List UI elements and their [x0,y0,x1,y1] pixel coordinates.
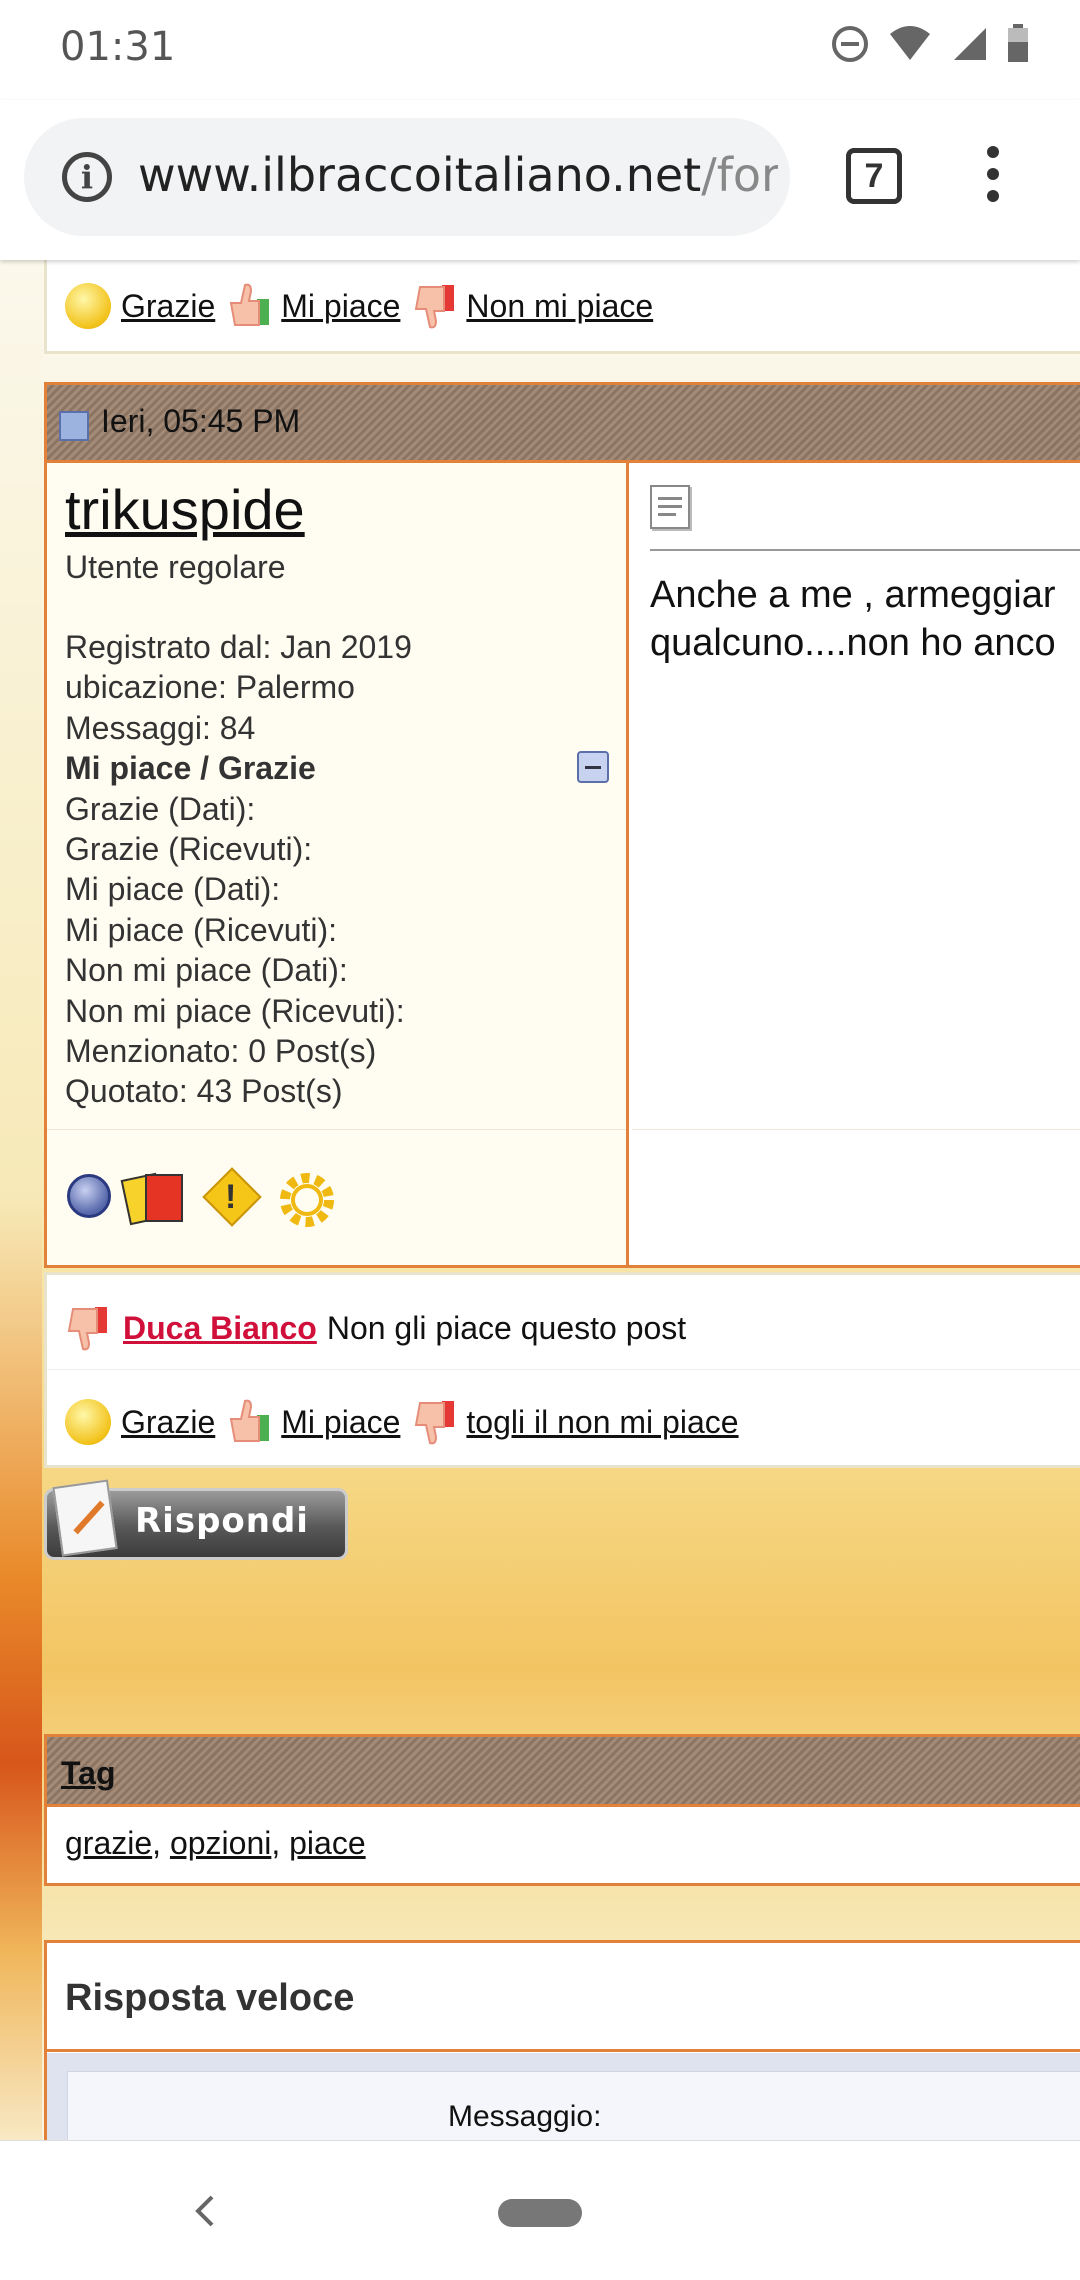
message-divider [650,549,1080,551]
user-panel: trikuspide Utente regolare Registrato da… [47,463,629,1265]
grazie-link[interactable]: Grazie [121,1404,215,1441]
status-dot-icon [67,1174,111,1218]
overflow-menu-icon[interactable] [985,146,1001,210]
dislike-text: Non gli piace questo post [326,1309,687,1346]
stat-row: Non mi piace (Dati): [65,952,348,989]
url-path: /foru [701,148,778,202]
message-panel: Anche a me , armeggiar qualcuno....non h… [632,463,1080,1265]
user-info: Registrato dal: Jan 2019 ubicazione: Pal… [65,627,625,1112]
thumbs-down-icon [415,1401,455,1445]
browser-toolbar: i www.ilbraccoitaliano.net/foru 7 [0,100,1080,260]
cards-icon [120,1170,187,1226]
thumbs-down-icon [415,285,455,329]
tags-list: grazie, opzioni, piace [65,1825,366,1861]
username-link[interactable]: trikuspide [65,477,305,542]
stat-row: Grazie (Ricevuti): [65,831,313,868]
user-badges: ! [47,1129,626,1265]
thumbs-up-icon [230,1399,270,1442]
smile-icon [65,1399,111,1445]
likes-header: Mi piace / Grazie [65,750,316,787]
quick-reply-inner: Messaggio: [47,2053,1080,2140]
stat-row: Non mi piace (Ricevuti): [65,992,405,1029]
info-icon[interactable]: i [62,152,112,202]
document-icon [650,485,690,529]
address-bar[interactable]: i www.ilbraccoitaliano.net/foru [24,118,790,236]
stat-row: Quotato: 43 Post(s) [65,1073,343,1110]
page-background-strip [0,260,42,2140]
stat-row: Mi piace (Ricevuti): [65,911,338,948]
back-icon[interactable] [190,2191,220,2231]
tag-link[interactable]: grazie [65,1825,152,1861]
stat-row: Grazie (Dati): [65,790,256,827]
url-text[interactable]: www.ilbraccoitaliano.net/foru [138,148,778,202]
post-icon [59,411,89,441]
wifi-icon [890,26,930,60]
dislike-notice: Duca Bianco Non gli piace questo post [65,1303,686,1353]
do-not-disturb-icon [832,26,868,62]
registered-date: Registrato dal: Jan 2019 [65,629,412,665]
battery-icon [1008,24,1028,62]
reactions-bar-top: Grazie Mi piace Non mi piace [44,260,1080,354]
tags-header: Tag [47,1737,1080,1807]
pencil-note-icon [52,1479,118,1557]
quick-reply-title: Risposta veloce [65,1977,355,2019]
quick-reply-box: Risposta veloce Messaggio: [44,1940,1080,2140]
reply-button[interactable]: Rispondi [44,1479,348,1560]
message-label: Messaggio: [448,2100,602,2133]
grazie-link[interactable]: Grazie [121,288,215,325]
signal-icon [954,28,986,60]
status-icons [830,24,1030,64]
user-role: Utente regolare [65,549,286,585]
tags-title[interactable]: Tag [61,1755,116,1792]
reactions-bar-bottom: Duca Bianco Non gli piace questo post Gr… [44,1272,1080,1468]
tab-switcher-button[interactable]: 7 [846,148,902,204]
tags-box: Tag grazie, opzioni, piace [44,1734,1080,1886]
reply-button-label: Rispondi [135,1501,309,1541]
reaction-row-top: Grazie Mi piace Non mi piace [65,281,653,331]
mi-piace-link[interactable]: Mi piace [281,288,400,325]
reaction-row-bottom: Grazie Mi piace togli il non mi piace [65,1397,739,1447]
web-page[interactable]: Grazie Mi piace Non mi piace Ieri, 05:45… [0,260,1080,2140]
status-bar: 01:31 [0,0,1080,100]
mi-piace-link[interactable]: Mi piace [281,1404,400,1441]
quick-reply-divider [47,2049,1080,2052]
url-host: www.ilbraccoitaliano.net [138,148,702,202]
dislike-user-link[interactable]: Duca Bianco [123,1310,317,1347]
message-count: Messaggi: 84 [65,709,256,746]
warning-icon: ! [202,1167,262,1227]
collapse-icon[interactable] [577,751,609,783]
reaction-divider [47,1369,1080,1370]
non-mi-piace-link[interactable]: Non mi piace [466,288,653,325]
system-nav-bar [0,2140,1080,2280]
post-container: Ieri, 05:45 PM trikuspide Utente regolar… [44,382,1080,1268]
tag-link[interactable]: piace [289,1825,366,1861]
remove-dislike-link[interactable]: togli il non mi piace [466,1404,738,1441]
post-header: Ieri, 05:45 PM [47,385,1080,463]
stat-row: Menzionato: 0 Post(s) [65,1033,377,1070]
post-date: Ieri, 05:45 PM [101,403,301,439]
message-footer-divider [632,1129,1080,1130]
home-pill[interactable] [498,2199,582,2227]
smile-icon [65,283,111,329]
message-body: Anche a me , armeggiar qualcuno....non h… [650,571,1056,667]
gear-icon [277,1170,337,1230]
thumbs-up-icon [230,283,270,326]
tag-link[interactable]: opzioni [170,1825,271,1861]
user-location: ubicazione: Palermo [65,669,355,706]
message-line: qualcuno....non ho anco [650,622,1056,664]
thumbs-down-icon [67,1307,107,1351]
clock: 01:31 [60,24,176,70]
message-line: Anche a me , armeggiar [650,574,1056,616]
stat-row: Mi piace (Dati): [65,871,281,908]
